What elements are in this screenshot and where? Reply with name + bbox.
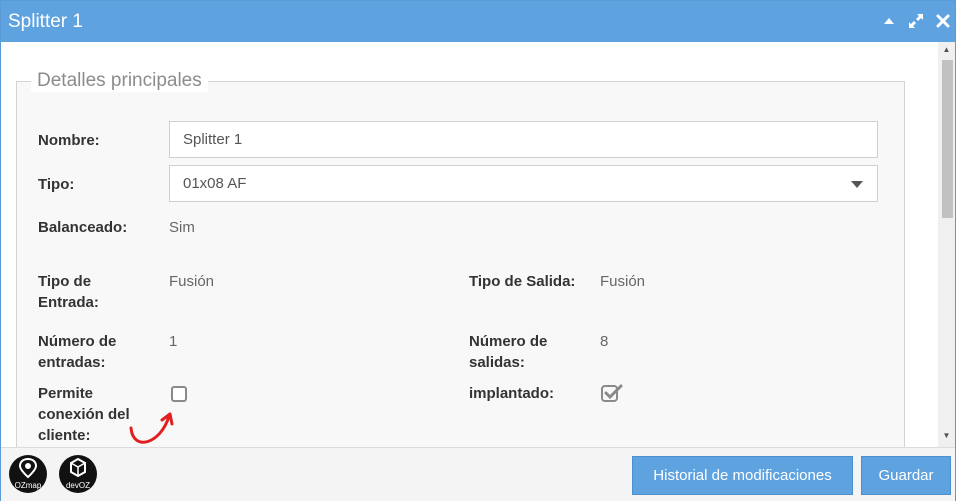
- ozmap-logo: OZmap: [9, 455, 47, 493]
- nombre-input-value: Splitter 1: [183, 131, 243, 148]
- scroll-up-icon[interactable]: ▲: [941, 45, 952, 55]
- tipo-entrada-label: Tipo de Entrada:: [38, 271, 99, 313]
- num-entradas-value: 1: [169, 333, 178, 350]
- save-button[interactable]: Guardar: [861, 456, 951, 495]
- dialog-footer: OZmap devOZ Historial de modificaciones …: [1, 447, 955, 501]
- window-title: Splitter 1: [8, 11, 83, 32]
- dialog-window: Splitter 1 Detalles principales Nombre: …: [0, 0, 956, 501]
- num-entradas-label-line2: entradas:: [38, 354, 106, 371]
- implantado-checkbox[interactable]: [601, 383, 623, 403]
- scroll-down-icon[interactable]: ▼: [941, 431, 952, 441]
- scroll-thumb[interactable]: [942, 60, 953, 218]
- section-legend: Detalles principales: [31, 70, 208, 92]
- dropdown-arrow-icon[interactable]: [851, 181, 863, 188]
- balanceado-value: Sim: [169, 219, 195, 236]
- close-icon[interactable]: [935, 13, 951, 29]
- num-salidas-label: Número de salidas:: [469, 331, 547, 373]
- tipo-label: Tipo:: [38, 176, 75, 193]
- permite-label-line3: cliente:: [38, 427, 91, 444]
- permite-conexion-label: Permite conexión del cliente:: [38, 383, 130, 446]
- title-bar[interactable]: Splitter 1: [1, 1, 955, 42]
- history-button[interactable]: Historial de modificaciones: [632, 456, 853, 495]
- tipo-select-value: 01x08 AF: [183, 175, 247, 192]
- ozmap-logo-text: OZmap: [14, 481, 42, 490]
- expand-icon[interactable]: [908, 13, 924, 29]
- num-entradas-label: Número de entradas:: [38, 331, 116, 373]
- nombre-input[interactable]: Splitter 1: [169, 121, 878, 158]
- chevron-up-icon[interactable]: [881, 13, 897, 29]
- implantado-label: implantado:: [469, 385, 554, 402]
- permite-label-line1: Permite: [38, 385, 94, 402]
- tipo-entrada-label-line2: Entrada:: [38, 294, 99, 311]
- num-salidas-label-line1: Número de: [469, 333, 548, 350]
- num-salidas-value: 8: [600, 333, 609, 350]
- permite-conexion-checkbox[interactable]: [171, 386, 187, 402]
- nombre-label: Nombre:: [38, 132, 100, 149]
- num-salidas-label-line2: salidas:: [469, 354, 525, 371]
- tipo-salida-label: Tipo de Salida:: [469, 273, 576, 290]
- tipo-select[interactable]: 01x08 AF: [169, 165, 878, 202]
- dialog-content[interactable]: Detalles principales Nombre: Splitter 1 …: [1, 42, 939, 447]
- num-entradas-label-line1: Número de: [38, 333, 117, 350]
- tipo-entrada-label-line1: Tipo de: [38, 273, 92, 290]
- vertical-scrollbar[interactable]: ▲ ▼: [938, 42, 955, 447]
- permite-label-line2: conexión del: [38, 406, 130, 423]
- annotation-arrow-icon: [127, 408, 177, 447]
- tipo-entrada-value: Fusión: [169, 273, 215, 290]
- devoz-logo: devOZ: [59, 455, 97, 493]
- balanceado-label: Balanceado:: [38, 219, 128, 236]
- tipo-salida-value: Fusión: [600, 273, 646, 290]
